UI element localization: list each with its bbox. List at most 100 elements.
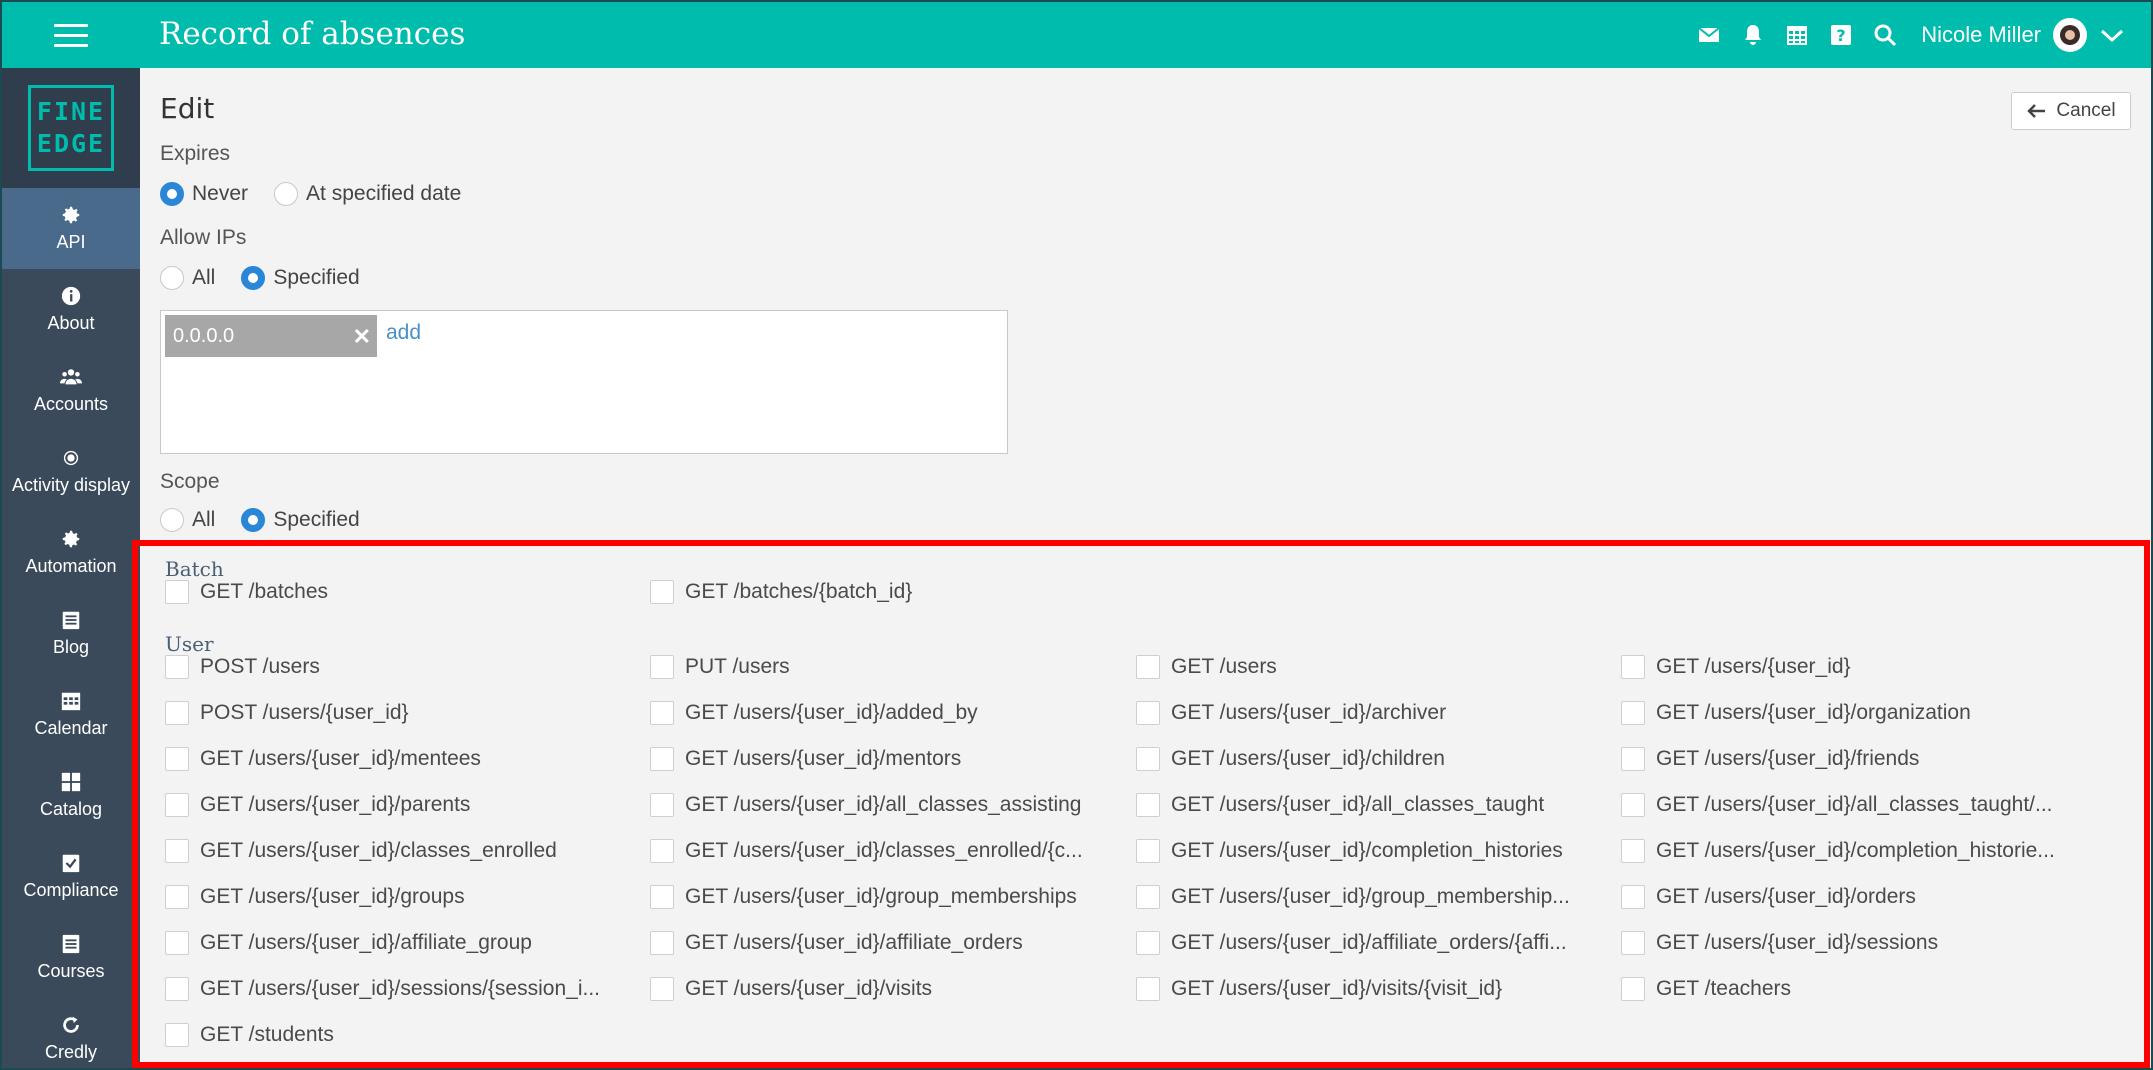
checkbox[interactable] <box>1136 701 1160 725</box>
permission-checkbox[interactable]: GET /batches <box>165 580 625 604</box>
permission-checkbox[interactable]: GET /users/{user_id}/completion_historie… <box>1136 839 1596 863</box>
permission-checkbox[interactable]: GET /users/{user_id}/classes_enrolled/{c… <box>650 839 1110 863</box>
search-icon[interactable] <box>1871 21 1899 49</box>
permission-checkbox[interactable]: GET /users/{user_id}/visits/{visit_id} <box>1136 977 1596 1001</box>
permission-checkbox[interactable]: GET /users/{user_id}/organization <box>1621 701 2081 725</box>
checkbox[interactable] <box>650 580 674 604</box>
checkbox[interactable] <box>650 931 674 955</box>
mail-icon[interactable] <box>1695 21 1723 49</box>
permission-checkbox[interactable]: GET /users/{user_id}/added_by <box>650 701 1110 725</box>
checkbox[interactable] <box>165 977 189 1001</box>
checkbox[interactable] <box>1621 747 1645 771</box>
permission-checkbox[interactable]: GET /batches/{batch_id} <box>650 580 1110 604</box>
sidebar-item-courses[interactable]: Courses <box>2 917 140 998</box>
permission-checkbox[interactable]: GET /users/{user_id}/all_classes_taught/… <box>1621 793 2081 817</box>
permission-checkbox[interactable]: PUT /users <box>650 655 1110 679</box>
permission-checkbox[interactable]: GET /users/{user_id}/group_membership... <box>1136 885 1596 909</box>
checkbox[interactable] <box>1136 839 1160 863</box>
permission-checkbox[interactable]: GET /users/{user_id}/children <box>1136 747 1596 771</box>
cancel-button[interactable]: Cancel <box>2011 92 2131 130</box>
sidebar-item-compliance[interactable]: Compliance <box>2 836 140 917</box>
checkbox[interactable] <box>650 793 674 817</box>
logo[interactable]: FINE EDGE <box>2 68 140 188</box>
checkbox[interactable] <box>165 1023 189 1047</box>
chevron-down-icon[interactable] <box>2099 25 2125 45</box>
sidebar-item-automation[interactable]: Automation <box>2 512 140 593</box>
expires-date-radio[interactable]: At specified date <box>274 182 461 206</box>
checkbox[interactable] <box>1621 839 1645 863</box>
permission-checkbox[interactable]: GET /users/{user_id}/sessions <box>1621 931 2081 955</box>
permission-checkbox[interactable]: GET /users/{user_id} <box>1621 655 2081 679</box>
permission-checkbox[interactable]: GET /users/{user_id}/group_memberships <box>650 885 1110 909</box>
permission-checkbox[interactable]: GET /users/{user_id}/affiliate_orders <box>650 931 1110 955</box>
checkbox[interactable] <box>165 701 189 725</box>
expires-never-radio[interactable]: Never <box>160 182 248 206</box>
ips-all-radio[interactable]: All <box>160 266 215 290</box>
permission-checkbox[interactable]: GET /users/{user_id}/parents <box>165 793 625 817</box>
sidebar-item-api[interactable]: API <box>2 188 140 269</box>
bell-icon[interactable] <box>1739 21 1767 49</box>
checkbox[interactable] <box>650 977 674 1001</box>
permission-checkbox[interactable]: GET /users/{user_id}/completion_historie… <box>1621 839 2081 863</box>
checkbox[interactable] <box>1136 931 1160 955</box>
sidebar-item-blog[interactable]: Blog <box>2 593 140 674</box>
scope-specified-radio[interactable]: Specified <box>241 508 360 532</box>
sidebar-item-activity-display[interactable]: Activity display <box>2 431 140 512</box>
permission-checkbox[interactable]: GET /students <box>165 1023 625 1047</box>
permission-checkbox[interactable]: GET /users/{user_id}/mentees <box>165 747 625 771</box>
ip-tag-input[interactable]: 0.0.0.0 ✕ add <box>160 310 1008 454</box>
permission-checkbox[interactable]: GET /users/{user_id}/friends <box>1621 747 2081 771</box>
checkbox[interactable] <box>650 747 674 771</box>
checkbox[interactable] <box>1621 655 1645 679</box>
sidebar-item-credly[interactable]: Credly <box>2 998 140 1068</box>
checkbox[interactable] <box>165 885 189 909</box>
permission-checkbox[interactable]: GET /users/{user_id}/mentors <box>650 747 1110 771</box>
permission-checkbox[interactable]: GET /users/{user_id}/all_classes_taught <box>1136 793 1596 817</box>
checkbox[interactable] <box>1136 747 1160 771</box>
permission-checkbox[interactable]: GET /users/{user_id}/archiver <box>1136 701 1596 725</box>
permission-checkbox[interactable]: GET /users/{user_id}/groups <box>165 885 625 909</box>
checkbox[interactable] <box>1136 977 1160 1001</box>
checkbox[interactable] <box>165 747 189 771</box>
checkbox[interactable] <box>165 580 189 604</box>
permission-checkbox[interactable]: GET /users/{user_id}/affiliate_group <box>165 931 625 955</box>
checkbox[interactable] <box>650 885 674 909</box>
permission-checkbox[interactable]: GET /users/{user_id}/sessions/{session_i… <box>165 977 625 1001</box>
sidebar-item-calendar[interactable]: Calendar <box>2 674 140 755</box>
avatar[interactable] <box>2053 18 2087 52</box>
checkbox[interactable] <box>650 655 674 679</box>
checkbox[interactable] <box>1621 793 1645 817</box>
checkbox[interactable] <box>1136 793 1160 817</box>
permission-checkbox[interactable]: GET /users/{user_id}/orders <box>1621 885 2081 909</box>
permission-checkbox[interactable]: GET /teachers <box>1621 977 2081 1001</box>
menu-icon[interactable] <box>54 24 88 48</box>
permission-checkbox[interactable]: POST /users/{user_id} <box>165 701 625 725</box>
remove-tag-icon[interactable]: ✕ <box>353 324 371 350</box>
checkbox[interactable] <box>1621 977 1645 1001</box>
checkbox[interactable] <box>1621 885 1645 909</box>
sidebar-item-about[interactable]: About <box>2 269 140 350</box>
permission-checkbox[interactable]: GET /users/{user_id}/all_classes_assisti… <box>650 793 1110 817</box>
checkbox[interactable] <box>1621 701 1645 725</box>
checkbox[interactable] <box>165 655 189 679</box>
checkbox[interactable] <box>1136 655 1160 679</box>
checkbox[interactable] <box>650 701 674 725</box>
sidebar-item-catalog[interactable]: Catalog <box>2 755 140 836</box>
permission-checkbox[interactable]: GET /users/{user_id}/classes_enrolled <box>165 839 625 863</box>
checkbox[interactable] <box>165 793 189 817</box>
permission-checkbox[interactable]: GET /users/{user_id}/affiliate_orders/{a… <box>1136 931 1596 955</box>
calendar-icon[interactable] <box>1783 21 1811 49</box>
checkbox[interactable] <box>165 931 189 955</box>
permission-checkbox[interactable]: GET /users/{user_id}/visits <box>650 977 1110 1001</box>
help-icon[interactable]: ? <box>1827 21 1855 49</box>
ips-specified-radio[interactable]: Specified <box>241 266 360 290</box>
permission-checkbox[interactable]: GET /users <box>1136 655 1596 679</box>
checkbox[interactable] <box>650 839 674 863</box>
permission-checkbox[interactable]: POST /users <box>165 655 625 679</box>
user-name[interactable]: Nicole Miller <box>1921 22 2041 48</box>
add-ip-link[interactable]: add <box>386 321 421 345</box>
checkbox[interactable] <box>1136 885 1160 909</box>
scope-all-radio[interactable]: All <box>160 508 215 532</box>
sidebar-item-accounts[interactable]: Accounts <box>2 350 140 431</box>
checkbox[interactable] <box>1621 931 1645 955</box>
